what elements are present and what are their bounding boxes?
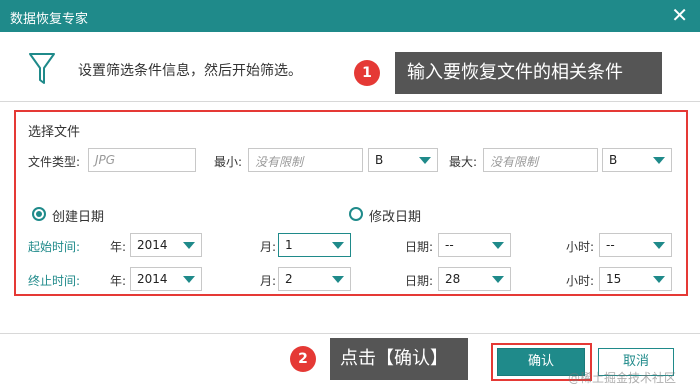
- start-month-label: 月:: [260, 240, 277, 254]
- start-hour-label: 小时:: [566, 240, 595, 254]
- min-size-unit-select[interactable]: B: [368, 148, 438, 172]
- max-size-unit-value: B: [609, 153, 618, 167]
- start-month-select[interactable]: 1: [278, 233, 351, 257]
- callout-click-confirm: 点击【确认】: [330, 338, 468, 380]
- chevron-down-icon: [492, 276, 504, 283]
- end-hour-label: 小时:: [566, 274, 595, 288]
- max-size-input[interactable]: 没有限制: [483, 148, 598, 172]
- chevron-down-icon: [419, 157, 431, 164]
- select-file-title: 选择文件: [28, 125, 81, 140]
- end-day-label: 日期:: [405, 274, 434, 288]
- close-icon[interactable]: ✕: [671, 4, 688, 26]
- min-size-input[interactable]: 没有限制: [248, 148, 363, 172]
- end-day-value: 28: [445, 272, 461, 286]
- intro-text: 设置筛选条件信息，然后开始筛选。: [78, 63, 302, 79]
- chevron-down-icon: [332, 276, 344, 283]
- start-day-select[interactable]: --: [438, 233, 511, 257]
- start-day-label: 日期:: [405, 240, 434, 254]
- end-year-value: 2014: [137, 272, 168, 286]
- chevron-down-icon: [332, 242, 344, 249]
- min-size-label: 最小:: [214, 155, 243, 169]
- start-year-select[interactable]: 2014: [130, 233, 202, 257]
- end-hour-value: 15: [606, 272, 622, 286]
- start-day-value: --: [445, 238, 454, 252]
- file-type-input[interactable]: JPG: [88, 148, 196, 172]
- end-month-select[interactable]: 2: [278, 267, 351, 291]
- start-time-label: 起始时间:: [28, 240, 81, 254]
- filter-icon: [29, 53, 55, 84]
- divider-bottom: [0, 333, 700, 334]
- max-size-unit-select[interactable]: B: [602, 148, 672, 172]
- chevron-down-icon: [183, 242, 195, 249]
- end-hour-select[interactable]: 15: [599, 267, 672, 291]
- filter-conditions-highlight: [14, 110, 688, 296]
- chevron-down-icon: [183, 276, 195, 283]
- title-bar: 数据恢复专家 ✕: [0, 0, 700, 32]
- end-year-label: 年:: [110, 274, 127, 288]
- divider-top: [0, 101, 700, 102]
- end-time-label: 终止时间:: [28, 274, 81, 288]
- min-size-unit-value: B: [375, 153, 384, 167]
- callout-input-conditions: 输入要恢复文件的相关条件: [395, 52, 662, 94]
- start-hour-value: --: [606, 238, 615, 252]
- start-year-label: 年:: [110, 240, 127, 254]
- end-month-value: 2: [285, 272, 293, 286]
- end-day-select[interactable]: 28: [438, 267, 511, 291]
- chevron-down-icon: [653, 242, 665, 249]
- step-badge-2: 2: [290, 346, 316, 372]
- modified-date-radio[interactable]: [349, 207, 363, 221]
- chevron-down-icon: [653, 157, 665, 164]
- start-year-value: 2014: [137, 238, 168, 252]
- end-year-select[interactable]: 2014: [130, 267, 202, 291]
- window-title: 数据恢复专家: [10, 12, 89, 27]
- file-type-label: 文件类型:: [28, 155, 81, 169]
- chevron-down-icon: [492, 242, 504, 249]
- modified-date-label: 修改日期: [369, 210, 422, 225]
- created-date-label: 创建日期: [52, 210, 105, 225]
- start-hour-select[interactable]: --: [599, 233, 672, 257]
- end-month-label: 月:: [260, 274, 277, 288]
- watermark: @稀土掘金技术社区: [568, 371, 677, 385]
- start-month-value: 1: [285, 238, 293, 252]
- chevron-down-icon: [653, 276, 665, 283]
- max-size-label: 最大:: [449, 155, 478, 169]
- step-badge-1: 1: [354, 60, 380, 86]
- created-date-radio[interactable]: [32, 207, 46, 221]
